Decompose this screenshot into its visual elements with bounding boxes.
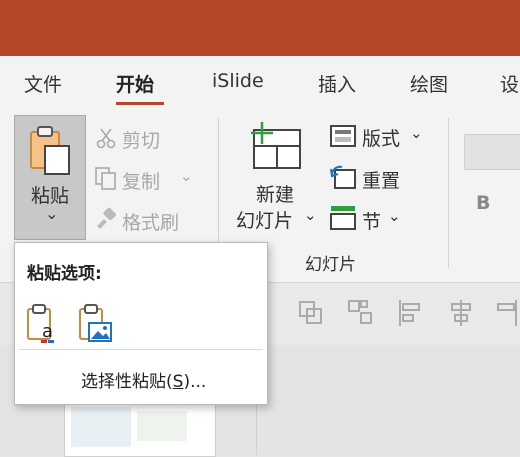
new-slide-label[interactable]: 新建 [256, 180, 294, 207]
svg-text:a: a [42, 321, 53, 342]
thumbnail-content [71, 407, 131, 447]
align-right-icon[interactable] [496, 298, 520, 328]
chevron-down-icon[interactable]: ⌄ [304, 206, 317, 224]
format-painter-icon [97, 207, 116, 229]
paste-options-title: 粘贴选项: [27, 264, 102, 284]
reset-icon [330, 165, 356, 189]
align-center-icon[interactable] [446, 298, 476, 328]
align-left-icon[interactable] [396, 298, 426, 328]
paste-special-accelerator: S [172, 372, 184, 392]
section-button[interactable]: 节 [362, 207, 381, 234]
chevron-down-icon[interactable]: ⌄ [410, 124, 423, 142]
title-bar [0, 0, 520, 56]
format-painter-button[interactable]: 格式刷 [122, 208, 179, 235]
chevron-down-icon[interactable]: ⌄ [388, 207, 401, 225]
tab-draw[interactable]: 绘图 [410, 70, 448, 97]
layout-icon [330, 125, 356, 147]
paste-button[interactable]: 粘贴 ⌄ [14, 115, 86, 240]
layout-button[interactable]: 版式 [362, 124, 400, 151]
copy-button[interactable]: 复制 [122, 167, 160, 194]
tab-file[interactable]: 文件 [24, 70, 62, 97]
slides-group-label: 幻灯片 [305, 255, 356, 275]
chevron-down-icon: ⌄ [45, 204, 59, 223]
cut-button[interactable]: 剪切 [122, 126, 160, 153]
paste-options-menu: 粘贴选项: a 选择性粘贴(S)... [14, 242, 268, 405]
section-icon [330, 206, 356, 230]
bold-button[interactable]: B [476, 192, 490, 214]
scissors-icon [96, 128, 116, 149]
group-objects-icon[interactable] [296, 298, 326, 328]
paste-special-label-suffix: )... [183, 372, 207, 392]
chevron-down-icon[interactable]: ⌄ [180, 167, 193, 185]
reset-button[interactable]: 重置 [362, 166, 400, 193]
paste-keep-text-only-icon[interactable]: a [25, 303, 65, 345]
slide-thumbnail[interactable] [64, 400, 216, 457]
active-tab-indicator [116, 102, 164, 105]
ungroup-icon[interactable] [346, 298, 376, 328]
paste-icon [30, 126, 70, 175]
tab-design[interactable]: 设 [500, 70, 519, 97]
font-name-box[interactable] [464, 134, 520, 170]
group-separator [448, 118, 449, 268]
paste-special-label: 选择性粘贴( [81, 372, 173, 392]
menu-divider [19, 349, 263, 350]
new-slide-icon [251, 122, 301, 169]
tab-insert[interactable]: 插入 [318, 70, 356, 97]
paste-special-menu-item[interactable]: 选择性粘贴(S)... [81, 367, 206, 392]
thumbnail-content [137, 411, 187, 441]
new-slide-label[interactable]: 幻灯片 [236, 206, 293, 233]
tab-islide[interactable]: iSlide [212, 70, 264, 92]
tab-home[interactable]: 开始 [116, 70, 154, 97]
paste-as-picture-icon[interactable] [77, 303, 117, 345]
copy-icon [95, 167, 116, 190]
